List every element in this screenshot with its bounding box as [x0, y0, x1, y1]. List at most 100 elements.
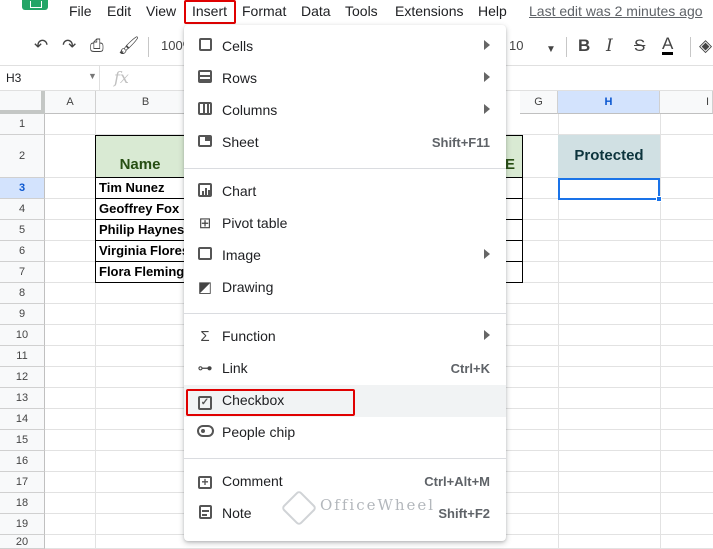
table-cell[interactable]: [505, 220, 523, 241]
name-cell[interactable]: Tim Nunez: [95, 178, 185, 199]
table-cell[interactable]: [505, 262, 523, 283]
menu-item-comment[interactable]: + Comment Ctrl+Alt+M: [184, 466, 506, 498]
column-header-a[interactable]: A: [45, 91, 96, 114]
menu-item-people-chip[interactable]: People chip: [184, 417, 506, 449]
row-header[interactable]: 6: [0, 241, 45, 262]
row-header[interactable]: 12: [0, 367, 45, 388]
protected-header-cell[interactable]: Protected: [558, 135, 660, 178]
column-header-b[interactable]: B: [96, 91, 196, 114]
print-icon[interactable]: ⎙: [90, 36, 104, 56]
row-header[interactable]: 10: [0, 325, 45, 346]
menu-item-chart[interactable]: Chart: [184, 176, 506, 208]
row-header[interactable]: 4: [0, 199, 45, 220]
menu-item-label: Link: [222, 360, 248, 376]
row-header[interactable]: 19: [0, 514, 45, 535]
strikethrough-icon[interactable]: S: [634, 36, 645, 56]
menu-item-columns[interactable]: Columns: [184, 95, 506, 127]
function-icon: Σ: [200, 328, 210, 345]
column-header-g[interactable]: G: [520, 91, 558, 114]
row-header[interactable]: 14: [0, 409, 45, 430]
menu-format[interactable]: Format: [242, 3, 286, 19]
row-header[interactable]: 8: [0, 283, 45, 304]
menu-file[interactable]: File: [69, 3, 92, 19]
menu-item-rows[interactable]: Rows: [184, 63, 506, 95]
select-all-corner[interactable]: [0, 91, 45, 114]
menu-item-sheet[interactable]: Sheet Shift+F11: [184, 127, 506, 159]
insert-menu: Cells Rows Columns Sheet Shift+F11 Chart…: [184, 25, 506, 541]
selected-cell-h3[interactable]: [558, 178, 660, 200]
column-header-i[interactable]: I: [660, 91, 713, 114]
submenu-arrow-icon: [484, 72, 490, 82]
chevron-down-icon[interactable]: ▼: [546, 40, 556, 60]
menu-item-label: Pivot table: [222, 215, 288, 231]
cells-icon: [196, 38, 214, 56]
row-header[interactable]: 11: [0, 346, 45, 367]
drawing-icon: ◩: [197, 279, 213, 296]
name-cell[interactable]: Flora Fleming: [95, 262, 185, 283]
name-cell[interactable]: Virginia Flores: [95, 241, 185, 262]
sheet-icon: [196, 134, 214, 152]
watermark: OfficeWheel: [320, 496, 436, 514]
row-header[interactable]: 16: [0, 451, 45, 472]
menu-data[interactable]: Data: [301, 3, 331, 19]
menu-tools[interactable]: Tools: [345, 3, 378, 19]
redo-icon[interactable]: ↷: [62, 36, 76, 56]
name-column-header[interactable]: Name: [95, 135, 185, 178]
checkbox-highlight-annotation: [186, 389, 355, 416]
menu-insert[interactable]: Insert: [184, 0, 236, 24]
grid-line: [660, 114, 661, 549]
chevron-down-icon[interactable]: ▼: [88, 71, 97, 81]
menu-item-function[interactable]: Σ Function: [184, 321, 506, 353]
menu-item-drawing[interactable]: ◩ Drawing: [184, 272, 506, 304]
menu-help[interactable]: Help: [478, 3, 507, 19]
menu-item-cells[interactable]: Cells: [184, 31, 506, 63]
menu-item-label: Columns: [222, 102, 278, 118]
row-header[interactable]: 9: [0, 304, 45, 325]
row-header[interactable]: 20: [0, 535, 45, 549]
row-header[interactable]: 5: [0, 220, 45, 241]
toolbar-divider: [690, 37, 691, 57]
fill-handle[interactable]: [656, 196, 662, 202]
font-size-select[interactable]: 10: [509, 38, 523, 53]
paint-format-icon[interactable]: 🖌: [118, 36, 140, 56]
row-header[interactable]: 13: [0, 388, 45, 409]
menu-view[interactable]: View: [146, 3, 176, 19]
row-header[interactable]: 7: [0, 262, 45, 283]
menu-divider: [184, 313, 506, 314]
submenu-arrow-icon: [484, 104, 490, 114]
menu-bar: File Edit View Insert Format Data Tools …: [0, 0, 713, 24]
row-header[interactable]: 1: [0, 114, 45, 135]
column-header-h[interactable]: H: [558, 91, 660, 114]
table-cell[interactable]: [505, 178, 523, 199]
menu-insert-label: Insert: [192, 3, 228, 19]
bold-icon[interactable]: B: [578, 36, 590, 56]
menu-item-image[interactable]: Image: [184, 240, 506, 272]
menu-item-label: People chip: [222, 424, 296, 440]
submenu-arrow-icon: [484, 330, 490, 340]
row-header[interactable]: 17: [0, 472, 45, 493]
name-cell[interactable]: Geoffrey Fox: [95, 199, 185, 220]
italic-icon[interactable]: I: [606, 36, 613, 56]
undo-icon[interactable]: ↶: [34, 36, 48, 56]
row-header[interactable]: 18: [0, 493, 45, 514]
last-edit-link[interactable]: Last edit was 2 minutes ago: [529, 3, 703, 19]
row-header[interactable]: 2: [0, 135, 45, 178]
menu-item-label: Chart: [222, 183, 257, 199]
row-header[interactable]: 3: [0, 178, 45, 199]
row-header[interactable]: 15: [0, 430, 45, 451]
menu-extensions[interactable]: Extensions: [395, 3, 463, 19]
note-icon: [196, 505, 214, 523]
table-cell[interactable]: [505, 241, 523, 262]
sheets-logo-icon[interactable]: [22, 0, 48, 10]
text-color-icon[interactable]: A: [662, 35, 674, 55]
name-box[interactable]: H3: [0, 66, 100, 90]
menu-edit[interactable]: Edit: [107, 3, 131, 19]
table-cell[interactable]: [505, 199, 523, 220]
menu-item-link[interactable]: ⊶ Link Ctrl+K: [184, 353, 506, 385]
menu-item-pivot-table[interactable]: ⊞ Pivot table: [184, 208, 506, 240]
column-e-header[interactable]: E: [505, 135, 523, 178]
chart-icon: [196, 183, 214, 201]
menu-item-label: Cells: [222, 38, 254, 54]
name-cell[interactable]: Philip Haynes: [95, 220, 185, 241]
fill-color-icon[interactable]: ◈: [699, 36, 712, 56]
